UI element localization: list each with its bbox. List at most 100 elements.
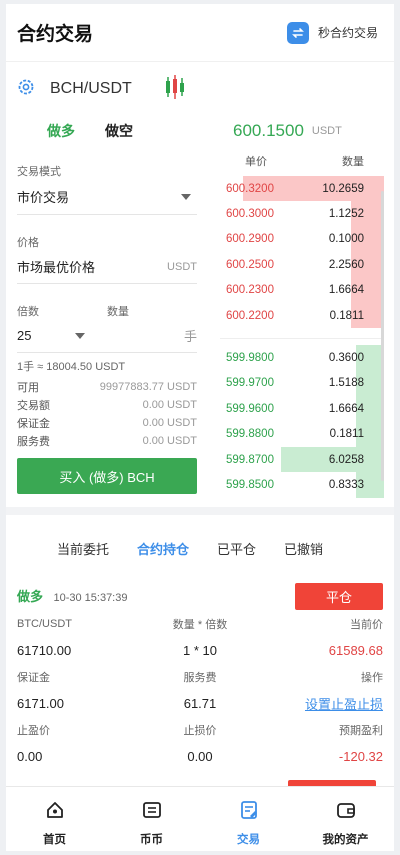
order-qty: 6.0258	[328, 453, 364, 466]
field-value: 61710.00	[17, 643, 72, 658]
field-value: 0.00	[17, 749, 43, 764]
position-row: 止盈价 0.00 止损价 0.00 预期盈利 -120.32	[17, 717, 383, 770]
bottom-tabbar: 首页 币币 交易 我的资产	[6, 786, 394, 851]
order-qty: 0.1000	[328, 233, 364, 246]
order-price: 599.9600	[226, 402, 274, 415]
field-label: 服务费	[183, 672, 217, 684]
wallet-icon	[335, 799, 357, 826]
orderbook-divider	[220, 328, 384, 340]
mode-value: 市价交易	[17, 190, 70, 205]
bid-row[interactable]: 599.9600 1.6664	[220, 396, 384, 422]
order-price: 600.2300	[226, 284, 274, 297]
mode-select[interactable]: 市价交易	[17, 179, 197, 215]
order-tab[interactable]: 合约持仓	[137, 539, 189, 558]
info-value: 0.00 USDT	[142, 399, 197, 411]
pair-name[interactable]: BCH/USDT	[50, 80, 132, 98]
info-key: 保证金	[17, 418, 50, 430]
position-row: 保证金 6171.00 服务费 61.71 操作 设置止盈止损	[17, 664, 383, 717]
tab-long[interactable]: 做多	[47, 121, 75, 141]
info-value: 0.00 USDT	[142, 417, 197, 429]
info-value: 0.00 USDT	[142, 435, 197, 447]
field-label: 数量 * 倍数	[172, 619, 228, 631]
set-tp-sl-link[interactable]: 设置止盈止损	[261, 690, 383, 717]
order-qty: 0.8333	[328, 478, 364, 491]
order-qty: 0.1811	[329, 428, 364, 441]
bid-row[interactable]: 599.8800 0.1811	[220, 421, 384, 447]
info-row: 交易额 0.00 USDT	[17, 396, 197, 414]
order-tab[interactable]: 已撤销	[284, 539, 323, 558]
order-price: 600.3000	[226, 208, 274, 221]
order-book: 600.1500 USDT 单价 数量 600.3200 10.2659 600.3…	[220, 116, 384, 498]
scrollbar[interactable]	[381, 191, 384, 481]
info-value: 99977883.77 USDT	[99, 381, 197, 393]
position-time: 10-30 15:37:39	[53, 592, 128, 604]
tabbar-item[interactable]: 币币	[103, 787, 200, 851]
info-key: 服务费	[17, 436, 50, 448]
expected-profit: -120.32	[338, 749, 383, 764]
bid-row[interactable]: 599.9700 1.5188	[220, 370, 384, 397]
leverage-value[interactable]: 25	[17, 328, 75, 343]
page-title: 合约交易	[17, 24, 94, 45]
info-row: 可用 99977883.77 USDT	[17, 378, 197, 396]
swap-icon	[286, 21, 309, 44]
buy-long-button[interactable]: 买入 (做多) BCH	[17, 458, 197, 494]
tabbar-item[interactable]: 首页	[6, 787, 103, 851]
order-price: 599.9800	[226, 352, 274, 365]
lot-info: 1手 ≈ 18004.50 USDT	[17, 361, 126, 373]
field-label: BTC/USDT	[17, 618, 72, 630]
field-value: 6171.00	[17, 696, 64, 711]
current-price-field: 61589.68	[328, 643, 383, 658]
tabbar-label: 我的资产	[322, 834, 369, 846]
price-field[interactable]: 市场最优价格 USDT	[17, 250, 197, 284]
quantity-input[interactable]: 手	[85, 326, 197, 345]
order-qty: 1.6664	[328, 402, 364, 415]
second-contract-link[interactable]: 秒合约交易	[286, 21, 378, 44]
order-tab[interactable]: 当前委托	[57, 539, 109, 558]
bid-row[interactable]: 599.8700 6.0258	[220, 446, 384, 473]
orderbook-header: 单价 数量	[220, 146, 384, 176]
field-label: 预期盈利	[339, 725, 383, 737]
ask-row[interactable]: 600.2500 2.2560	[220, 252, 384, 278]
ask-row[interactable]: 600.3200 10.2659	[220, 176, 384, 202]
field-value: 0.00	[187, 749, 213, 764]
field-label: 止损价	[183, 725, 217, 737]
tabbar-label: 首页	[43, 834, 66, 846]
order-tab[interactable]: 已平仓	[217, 539, 256, 558]
order-price: 600.2200	[226, 309, 274, 322]
order-price: 599.8800	[226, 428, 274, 441]
ask-row[interactable]: 600.2200 0.1811	[220, 302, 384, 329]
tabbar-item[interactable]: 交易	[200, 787, 297, 851]
current-price-value: 600.1500	[233, 121, 304, 140]
bid-list: 599.9800 0.3600 599.9700 1.5188 599.9600 1.66…	[220, 345, 384, 498]
candlestick-chart-icon[interactable]	[164, 74, 186, 105]
ask-row[interactable]: 600.2900 0.1000	[220, 226, 384, 253]
chevron-down-icon[interactable]	[75, 332, 85, 339]
field-label: 止盈价	[17, 725, 50, 737]
tabbar-item[interactable]: 我的资产	[297, 787, 394, 851]
position-row: BTC/USDT 61710.00 数量 * 倍数 1 * 10 当前价 61589.…	[17, 611, 383, 664]
order-price: 599.8500	[226, 478, 274, 491]
ask-row[interactable]: 600.2300 1.6664	[220, 277, 384, 303]
current-price: 600.1500 USDT	[220, 116, 384, 146]
order-qty: 10.2659	[322, 182, 364, 195]
order-price: 600.3200	[226, 182, 274, 195]
info-row: 保证金 0.00 USDT	[17, 414, 197, 432]
tab-short[interactable]: 做空	[105, 121, 133, 141]
bid-row[interactable]: 599.9800 0.3600	[220, 345, 384, 371]
ask-row[interactable]: 600.3000 1.1252	[220, 201, 384, 227]
price-value: 市场最优价格	[17, 260, 96, 275]
field-value: 1 * 10	[183, 643, 217, 658]
quantity-label: 数量	[107, 306, 129, 318]
close-position-button[interactable]: 平仓	[295, 582, 383, 610]
order-qty: 1.5188	[328, 377, 364, 390]
second-contract-label: 秒合约交易	[317, 26, 378, 40]
home-icon	[44, 799, 66, 826]
bid-row[interactable]: 599.8500 0.8333	[220, 472, 384, 498]
price-unit: USDT	[167, 260, 197, 273]
direction-tabs: 做多 做空	[17, 116, 197, 146]
tabbar-label: 币币	[140, 834, 163, 846]
order-tabs: 当前委托 合约持仓 已平仓 已撤销	[6, 515, 394, 581]
order-price: 600.2500	[226, 258, 274, 271]
settings-gear-icon[interactable]	[16, 77, 36, 102]
order-price: 599.8700	[226, 453, 274, 466]
